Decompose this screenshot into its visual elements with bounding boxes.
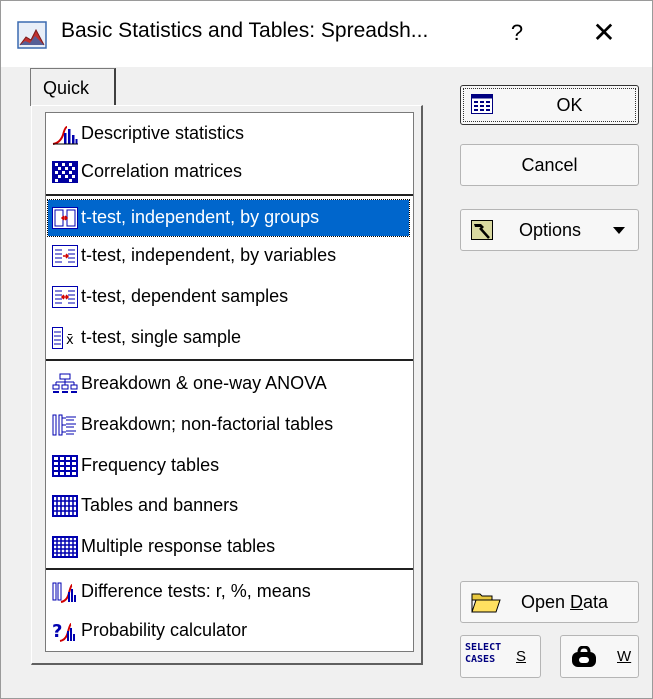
window-title: Basic Statistics and Tables: Spreadsh...	[61, 19, 429, 42]
dropdown-arrow-icon	[613, 227, 625, 234]
folder-open-icon	[471, 593, 501, 613]
help-button[interactable]: ?	[497, 13, 537, 53]
weight-button[interactable]: W	[560, 635, 639, 678]
list-item-frequency-tables[interactable]: Frequency tables	[48, 448, 409, 484]
list-separator	[46, 568, 413, 573]
close-button[interactable]: ✕	[581, 13, 627, 53]
ok-label: OK	[556, 94, 583, 115]
list-item-label: Breakdown; non-factorial tables	[81, 414, 334, 434]
select-cases-icon: SELECT CASES	[465, 642, 502, 665]
analysis-list[interactable]: Descriptive statistics Correlation matri…	[45, 112, 414, 652]
select-cases-key: S	[516, 648, 527, 665]
t-test-dependent-icon	[52, 286, 78, 308]
ok-button[interactable]: OK	[460, 85, 639, 125]
list-item-label: Frequency tables	[81, 455, 220, 475]
options-label: Options	[519, 219, 582, 240]
weight-icon	[572, 646, 596, 667]
list-item-label: Descriptive statistics	[81, 123, 245, 143]
list-item-probability-calculator[interactable]: ? Probability calculator	[48, 613, 409, 649]
list-item-label: Multiple response tables	[81, 536, 276, 556]
list-item-label: Difference tests: r, %, means	[81, 581, 311, 601]
hammer-icon	[471, 220, 493, 240]
options-button[interactable]: Options	[460, 209, 639, 251]
list-item-descriptive-statistics[interactable]: Descriptive statistics	[48, 116, 409, 152]
difference-tests-icon	[52, 582, 76, 603]
list-item-t-test-by-variables[interactable]: t-test, independent, by variables	[48, 238, 409, 274]
list-item-t-test-single[interactable]: x̄ t-test, single sample	[48, 320, 409, 356]
correlation-matrix-icon	[52, 161, 78, 183]
weight-key: W	[617, 648, 632, 665]
list-item-t-test-dependent[interactable]: t-test, dependent samples	[48, 279, 409, 315]
list-item-tables-banners[interactable]: Tables and banners	[48, 488, 409, 524]
list-item-correlation-matrices[interactable]: Correlation matrices	[48, 154, 409, 190]
probability-calculator-icon: ?	[52, 621, 75, 642]
t-test-groups-icon	[52, 207, 78, 229]
descriptive-statistics-icon	[52, 126, 78, 145]
list-item-label: Correlation matrices	[81, 161, 243, 181]
frequency-table-icon	[52, 455, 78, 477]
list-item-label: t-test, independent, by variables	[81, 245, 337, 265]
dialog-window: Basic Statistics and Tables: Spreadsh...…	[0, 0, 653, 699]
list-item-label: Breakdown & one-way ANOVA	[81, 373, 327, 393]
multiple-response-icon	[52, 536, 78, 558]
list-item-difference-tests[interactable]: Difference tests: r, %, means	[48, 574, 409, 610]
list-separator	[46, 359, 413, 364]
list-item-multiple-response[interactable]: Multiple response tables	[48, 529, 409, 565]
list-item-label: Tables and banners	[81, 495, 239, 515]
list-item-breakdown-nonfactorial[interactable]: Breakdown; non-factorial tables	[48, 407, 409, 443]
list-item-t-test-by-groups[interactable]: t-test, independent, by groups	[47, 199, 410, 237]
cancel-button[interactable]: Cancel	[460, 144, 639, 186]
open-data-button[interactable]: Open Data	[460, 581, 639, 623]
t-test-single-icon: x̄	[52, 327, 74, 349]
open-data-label: Open Data	[521, 591, 609, 612]
select-cases-button[interactable]: SELECT CASES S	[460, 635, 541, 678]
app-chart-icon	[17, 21, 47, 49]
cancel-label: Cancel	[521, 154, 578, 175]
list-item-label: t-test, single sample	[81, 327, 242, 347]
tab-quick[interactable]: Quick	[30, 68, 116, 106]
list-item-breakdown-anova[interactable]: Breakdown & one-way ANOVA	[48, 366, 409, 402]
list-item-label: t-test, dependent samples	[81, 286, 289, 306]
title-bar: Basic Statistics and Tables: Spreadsh...…	[1, 1, 652, 67]
list-item-label: t-test, independent, by groups	[81, 207, 320, 227]
t-test-variables-icon	[52, 245, 78, 267]
svg-text:x̄: x̄	[66, 333, 74, 348]
list-separator	[46, 194, 413, 199]
svg-text:?: ?	[52, 621, 62, 642]
breakdown-anova-icon	[52, 373, 78, 393]
tables-banners-icon	[52, 495, 78, 517]
breakdown-nonfactorial-icon	[52, 414, 76, 436]
list-item-label: Probability calculator	[81, 620, 248, 640]
